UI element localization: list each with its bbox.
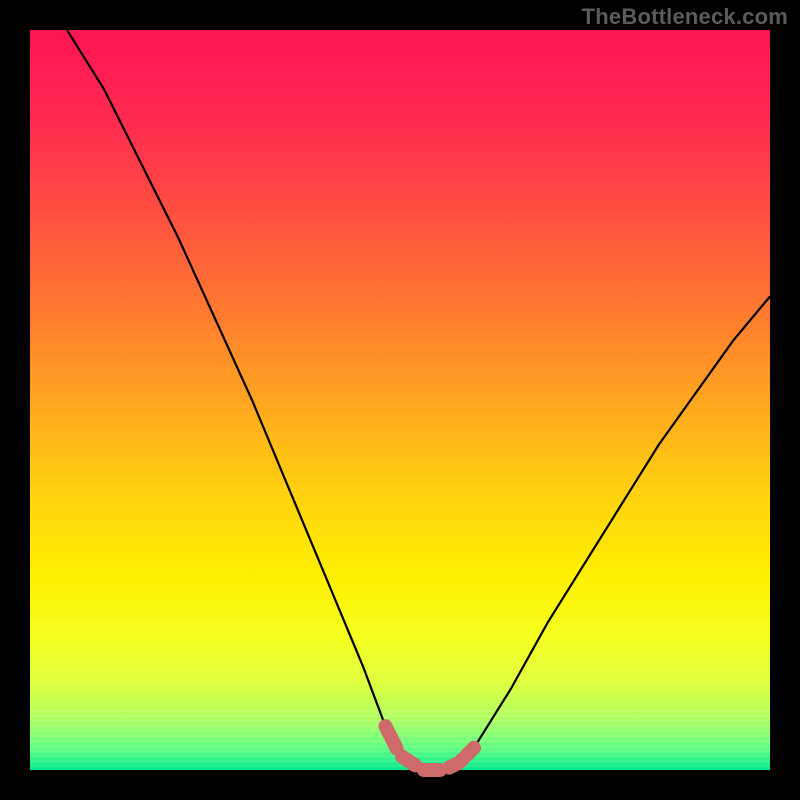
bottleneck-chart [0,0,800,800]
watermark-text: TheBottleneck.com [582,4,788,30]
plot-background [30,30,770,770]
chart-frame: TheBottleneck.com [0,0,800,800]
